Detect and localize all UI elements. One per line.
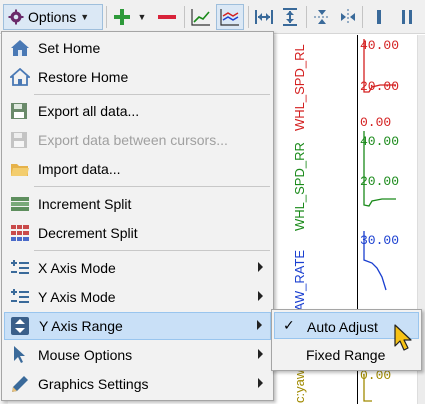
menu-item-graphics-settings[interactable]: Graphics Settings [4, 370, 271, 398]
menu-separator [34, 94, 270, 95]
submenu-arrow-icon [258, 291, 263, 301]
chevron-down-icon: ▼ [80, 12, 90, 22]
single-bar-button[interactable] [368, 4, 390, 30]
gear-icon [8, 9, 24, 25]
menu-separator [34, 186, 270, 187]
fit-vertical-button[interactable] [278, 4, 302, 30]
single-bar-icon [377, 10, 381, 24]
toolbar-separator [248, 6, 249, 28]
options-label: Options [28, 9, 77, 25]
toolbar-separator [106, 6, 107, 28]
toolbar-separator [306, 6, 307, 28]
mouse-cursor-icon [394, 324, 412, 351]
home-icon [11, 40, 29, 56]
y-axis-range-icon [11, 317, 29, 335]
menu-item-label: Increment Split [38, 196, 132, 212]
multi-line-chart-button[interactable] [216, 4, 244, 30]
menu-item-label: Y Axis Mode [38, 289, 116, 305]
y-tick-label: 40.00 [360, 38, 400, 53]
restore-home-icon [10, 68, 30, 86]
y-tick-label: 0.00 [360, 115, 392, 130]
double-bar-button[interactable] [396, 4, 418, 30]
toolbar-separator [184, 6, 185, 28]
y-tick-label: 20.00 [360, 174, 400, 189]
y-tick-label: 20.00 [360, 79, 400, 94]
menu-item-label: Restore Home [38, 69, 129, 85]
pencil-icon [12, 376, 28, 392]
export-cursors-icon [11, 132, 27, 148]
cursor-split-button[interactable] [336, 4, 360, 30]
y-tick-label: 30.00 [360, 233, 400, 248]
import-folder-icon [11, 164, 29, 176]
toolbar: Options ▼ ▼ [0, 0, 425, 34]
submenu-arrow-icon [258, 378, 263, 388]
menu-separator [34, 250, 270, 251]
fit-vertical-icon [283, 8, 297, 26]
options-button[interactable]: Options ▼ [3, 4, 103, 30]
options-menu: Set Home Restore Home Export all data...… [1, 31, 274, 401]
submenu-arrow-icon [257, 320, 262, 330]
double-bar-icon [402, 10, 412, 24]
submenu-arrow-icon [258, 349, 263, 359]
remove-plot-button[interactable] [154, 4, 180, 30]
menu-item-x-axis-mode[interactable]: X Axis Mode [4, 254, 271, 282]
menu-item-label: Y Axis Range [39, 318, 123, 334]
submenu-item-label: Fixed Range [306, 347, 386, 363]
channel-label-whl-spd-rl: WHL_SPD_RL [292, 44, 307, 131]
remove-plot-icon [158, 15, 176, 19]
menu-item-label: Mouse Options [38, 347, 133, 363]
fit-horizontal-icon [255, 10, 273, 24]
menu-item-label: Decrement Split [38, 225, 138, 241]
export-icon [11, 103, 27, 119]
channel-label-c-yaw: c:yaw [292, 369, 307, 403]
cursor-split-icon [341, 9, 355, 25]
menu-item-label: Import data... [38, 161, 121, 177]
add-plot-button[interactable] [110, 4, 134, 30]
decrement-split-icon [11, 225, 29, 241]
line-chart-button[interactable] [188, 4, 214, 30]
menu-item-mouse-options[interactable]: Mouse Options [4, 341, 271, 369]
menu-item-y-axis-range[interactable]: Y Axis Range [4, 312, 271, 340]
channel-label-whl-spd-rr: WHL_SPD_RR [292, 142, 307, 231]
multi-line-chart-icon [220, 9, 239, 26]
menu-item-restore-home[interactable]: Restore Home [4, 63, 271, 91]
fit-horizontal-button[interactable] [252, 4, 276, 30]
menu-item-label: X Axis Mode [38, 260, 116, 276]
menu-item-decrement-split[interactable]: Decrement Split [4, 219, 271, 247]
checkmark-icon: ✓ [283, 317, 295, 333]
increment-split-icon [11, 197, 29, 211]
menu-item-label: Export data between cursors... [38, 132, 228, 148]
cursor-vertical-button[interactable] [310, 4, 334, 30]
cursor-vertical-icon [314, 10, 330, 24]
line-chart-icon [191, 9, 210, 26]
y-tick-label: 40.00 [360, 134, 400, 149]
menu-item-y-axis-mode[interactable]: Y Axis Mode [4, 283, 271, 311]
add-plot-icon [114, 9, 130, 25]
menu-item-label: Export all data... [38, 103, 140, 119]
menu-item-set-home[interactable]: Set Home [4, 34, 271, 62]
menu-item-export-all[interactable]: Export all data... [4, 97, 271, 125]
y-axis-mode-icon [11, 289, 29, 303]
menu-item-label: Graphics Settings [38, 376, 149, 392]
menu-item-import-data[interactable]: Import data... [4, 155, 271, 183]
menu-item-export-between-cursors[interactable]: Export data between cursors... [4, 126, 271, 154]
toolbar-separator [362, 6, 363, 28]
mouse-pointer-icon [14, 346, 25, 363]
submenu-arrow-icon [258, 262, 263, 272]
x-axis-mode-icon [11, 260, 29, 274]
submenu-item-label: Auto Adjust [307, 319, 378, 335]
menu-item-label: Set Home [38, 40, 101, 56]
add-plot-dropdown[interactable]: ▼ [136, 4, 148, 30]
menu-item-increment-split[interactable]: Increment Split [4, 190, 271, 218]
chevron-down-icon: ▼ [137, 12, 147, 22]
